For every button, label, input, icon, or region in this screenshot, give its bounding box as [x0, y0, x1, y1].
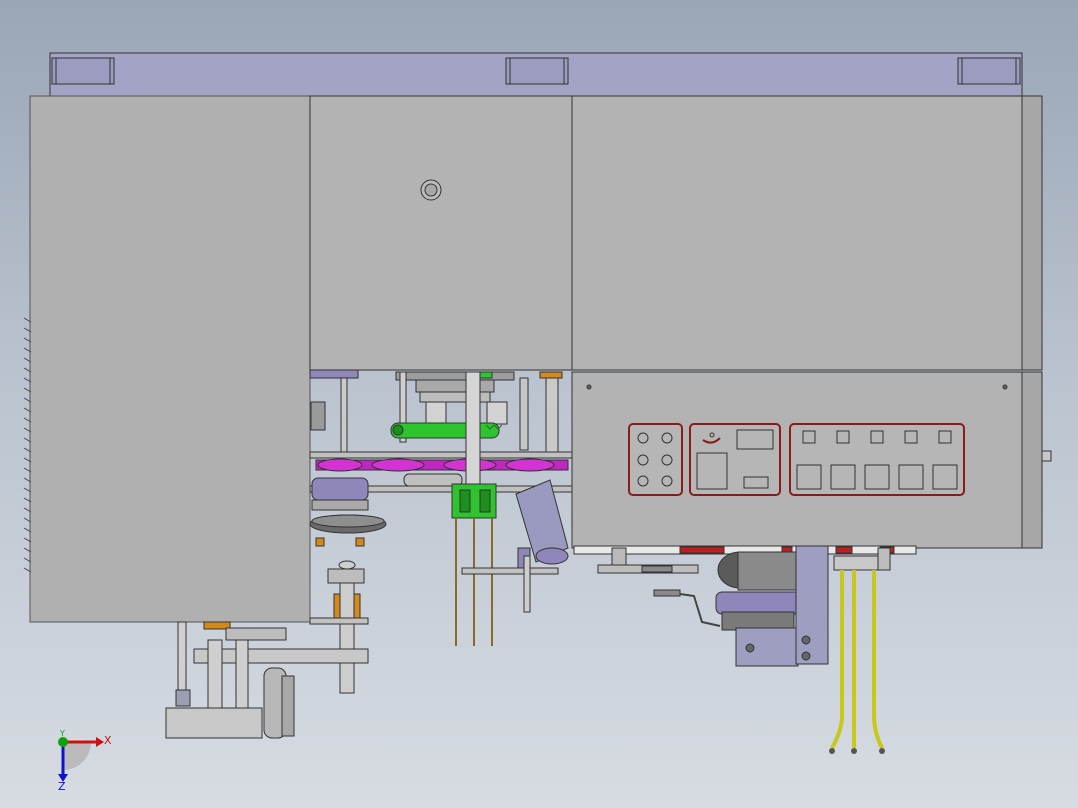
lower-left-bracket — [165, 621, 369, 739]
right-upper-cabinet — [571, 95, 1043, 371]
display-panel — [689, 423, 781, 496]
top-frame-rail — [49, 52, 1023, 98]
hose-fittings — [829, 748, 885, 754]
coordinate-triad: X Y Z — [58, 729, 112, 793]
orange-spindle — [309, 560, 369, 694]
motor-assembly — [715, 545, 891, 667]
middle-cabinet — [309, 95, 573, 371]
button-panel — [789, 423, 965, 496]
left-cabinet — [23, 95, 311, 623]
cad-viewport[interactable]: X Y Z — [0, 0, 1078, 808]
z-axis-label: Z — [58, 780, 66, 793]
x-axis-label: X — [104, 734, 112, 747]
y-axis-dot — [58, 737, 68, 747]
x-axis-arrowhead — [96, 737, 104, 747]
y-axis-label: Y — [59, 729, 65, 738]
yellow-hoses — [830, 570, 884, 749]
indicator-lamp-panel — [628, 423, 683, 496]
upper-mechanism — [309, 369, 563, 459]
machine-assembly-drawing[interactable]: X Y Z — [0, 0, 1078, 808]
handle-lever — [653, 589, 721, 627]
